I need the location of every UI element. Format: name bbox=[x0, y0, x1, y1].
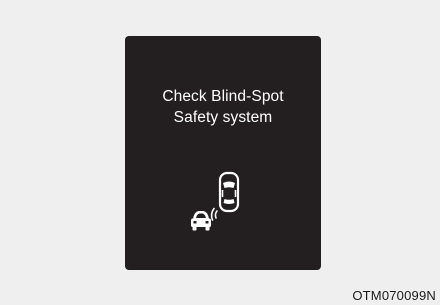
page: { "display": { "line1": "Check Blind-Spo… bbox=[0, 0, 440, 305]
warning-message-line-1: Check Blind-Spot bbox=[162, 88, 284, 105]
warning-message: Check Blind-Spot Safety system bbox=[125, 86, 321, 128]
adjacent-vehicle-icon bbox=[191, 211, 211, 231]
blind-spot-warning-icon bbox=[191, 171, 240, 231]
warning-message-line-2: Safety system bbox=[173, 109, 273, 126]
figure-code: OTM070099N bbox=[352, 288, 436, 303]
host-vehicle-icon bbox=[218, 171, 240, 213]
cluster-display-panel: Check Blind-Spot Safety system bbox=[125, 36, 321, 270]
sensor-wave-icon bbox=[210, 207, 218, 221]
